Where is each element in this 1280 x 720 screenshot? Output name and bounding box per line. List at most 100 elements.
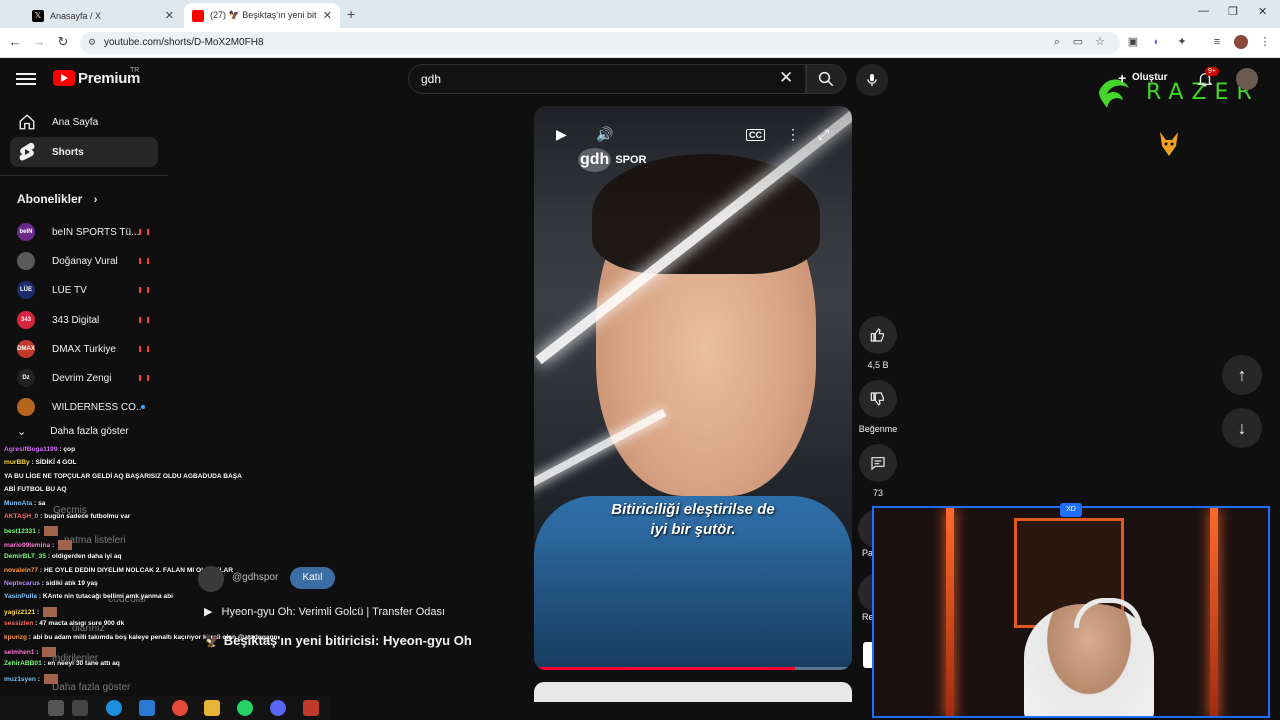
site-info-icon[interactable]: ⚙ [88,37,96,48]
bookmark-star-icon[interactable]: ☆ [1093,35,1107,49]
chat-message: AKTAŞH_0 : bugün sadece futbolmu var [4,513,130,520]
close-icon[interactable]: ✕ [165,9,174,22]
minimize-icon[interactable]: — [1198,5,1209,17]
plus-icon: + [1118,70,1127,86]
chevron-down-icon: ⌄ [17,426,27,438]
related-video-link[interactable]: ▶ Hyeon-gyu Oh: Verimli Golcü | Transfer… [204,605,445,618]
sidebar-item-shorts[interactable]: Shorts [10,137,158,167]
like-action[interactable]: 4,5 B [858,316,898,370]
zoom-icon[interactable]: ⌕ [1050,35,1064,49]
new-tab-icon[interactable]: + [347,6,355,22]
next-short-button[interactable]: ↓ [1222,408,1262,448]
short-video-player[interactable]: ▶ 🔊 CC ⋮ ⤢ gdh SPOR Bitiriciliği eleştir… [534,106,852,670]
x-logo-icon: 𝕏 [32,9,44,22]
search-input[interactable]: gdh [408,64,806,94]
show-more-button[interactable]: ⌄ Daha fazla göster [17,425,129,438]
create-label: Oluştur [1132,72,1168,83]
chat-text: çop [63,446,76,453]
youtube-logo-icon[interactable] [53,70,75,86]
stream-chat-overlay: AgresifBoga1199 : çop murBBy : SİDİKİ 4 G… [0,444,330,696]
thumbs-down-icon[interactable] [859,380,897,418]
chat-text: YA BU LİGE NE TOPÇULAR GELDİ AQ BAŞARISI… [4,472,242,480]
discord-icon[interactable] [270,700,286,716]
more-options-icon[interactable]: ⋮ [786,126,800,143]
chat-separator: : [34,648,41,656]
subscriptions-header[interactable]: Abonelikler › [17,192,97,206]
back-icon[interactable]: ← [6,34,24,49]
reload-icon[interactable]: ↻ [54,34,72,50]
subscription-name: beIN SPORTS Tü... [52,226,139,238]
search-taskbar-icon[interactable] [48,700,64,716]
app-icon[interactable] [303,700,319,716]
subscription-item[interactable]: 343 343 Digital [17,309,157,331]
thumbs-up-icon[interactable] [859,316,897,354]
subscription-item[interactable]: Dz Devrim Zengi [17,367,157,389]
task-view-icon[interactable] [72,700,88,716]
neon-lamp [946,508,954,716]
hamburger-menu-icon[interactable] [16,70,36,88]
previous-short-button[interactable]: ↑ [1222,355,1262,395]
subscription-name: WILDERNESS CO... [52,401,141,413]
subscription-item[interactable]: beIN beIN SPORTS Tü... [17,221,157,243]
emote-icon [43,673,58,684]
chat-message: best12331 : [4,526,58,537]
sidebar-item-home[interactable]: Ana Sayfa [10,107,158,137]
chat-separator: : [50,541,57,549]
subscriptions-title: Abonelikler [17,192,83,206]
dislike-action[interactable]: Beğenme [856,380,900,434]
chat-username: sessizlen [4,620,34,628]
puzzle-icon[interactable]: ✦ [1175,35,1189,49]
subtitle-line: iyi bir şutör. [650,521,736,538]
folder-icon[interactable] [204,700,220,716]
window-close-icon[interactable]: ✕ [1258,5,1267,18]
forward-icon[interactable]: → [30,34,48,49]
channel-name[interactable]: @gdhspor [232,572,278,583]
store-icon[interactable] [139,700,155,716]
chat-message: mario99lemina : [4,539,73,550]
reading-list-icon[interactable]: ≡ [1210,35,1224,49]
comment-icon[interactable] [859,444,897,482]
live-indicator-icon [139,346,149,352]
arrow-up-icon: ↑ [1237,364,1247,385]
profile-avatar[interactable] [1234,35,1248,49]
subscription-item[interactable]: WILDERNESS CO... [17,396,157,418]
subscription-item[interactable]: LÜE LÜE TV [17,279,157,301]
extension-icon[interactable]: ▣ [1126,35,1140,49]
join-button[interactable]: Katıl [290,567,335,589]
url-field[interactable]: ⚙ youtube.com/shorts/D-MoX2M0FH8 [80,32,1120,54]
create-button[interactable]: + Oluştur [1112,68,1180,90]
account-avatar[interactable] [1236,68,1258,90]
restore-icon[interactable]: ❐ [1228,5,1238,18]
captions-icon[interactable]: CC [746,129,765,141]
voice-search-button[interactable] [856,64,888,96]
clear-search-icon[interactable]: ✕ [779,68,793,88]
channel-avatar: LÜE [17,281,35,299]
chat-separator: : [35,608,42,616]
kebab-menu-icon[interactable]: ⋮ [1258,35,1272,49]
subscription-item[interactable]: DMAX DMAX Turkiye [17,338,157,360]
live-indicator-icon [139,229,149,235]
video-progress-bar[interactable] [534,667,852,670]
extension-icon[interactable]: ◐ [1150,35,1164,49]
tab-youtube[interactable]: (27) 🦅 Beşiktaş'ın yeni bitirici ✕ [184,3,340,28]
subscription-item[interactable]: Doğanay Vural [17,250,157,272]
address-bar: ← → ↻ ⚙ youtube.com/shorts/D-MoX2M0FH8 ⌕… [0,28,1280,58]
next-short-preview[interactable] [534,682,852,702]
whatsapp-icon[interactable] [237,700,253,716]
subscription-name: Doğanay Vural [52,255,118,267]
chevron-right-icon: › [93,194,98,206]
play-icon[interactable]: ▶ [556,126,567,143]
search-button[interactable] [806,64,846,94]
comments-action[interactable]: 73 [858,444,898,498]
edge-icon[interactable] [106,700,122,716]
cast-icon[interactable]: ▭ [1071,35,1085,49]
close-icon[interactable]: ✕ [323,9,332,22]
chrome-icon[interactable] [172,700,188,716]
home-icon [16,111,38,133]
fullscreen-icon[interactable]: ⤢ [818,126,829,143]
volume-icon[interactable]: 🔊 [596,126,613,143]
tab-x[interactable]: 𝕏 Anasayfa / X ✕ [24,3,182,28]
channel-avatar: DMAX [17,340,35,358]
comment-count: 73 [872,488,883,498]
channel-avatar[interactable] [198,566,224,592]
